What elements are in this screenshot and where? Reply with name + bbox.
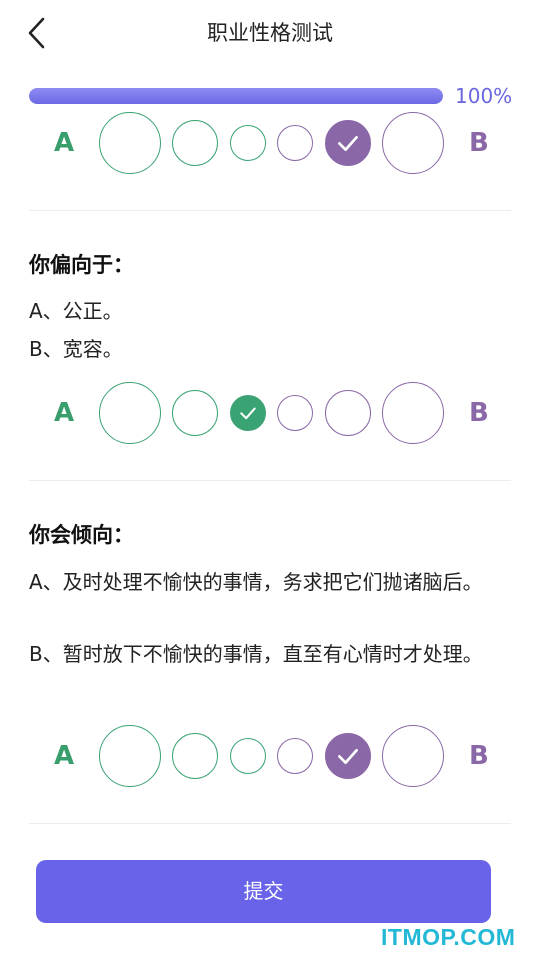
divider [29,480,511,481]
question-title: 你偏向于： [29,253,134,277]
scale-option-5[interactable] [325,120,371,166]
question-option-a: A、及时处理不愉快的事情，务求把它们抛诸脑后。 [29,570,483,594]
progress-bar [29,88,443,104]
submit-button[interactable]: 提交 [36,860,491,923]
scale-label-a: A [54,128,75,158]
scale-option-6[interactable] [382,112,444,174]
progress-fill [29,88,443,104]
scale-option-1[interactable] [99,725,161,787]
question-option-b: B、暂时放下不愉快的事情，直至有心情时才处理。 [29,642,483,666]
answer-scale-q2: A B [0,721,540,791]
scale-label-b: B [469,741,489,771]
scale-option-6[interactable] [382,382,444,444]
scale-option-3[interactable] [230,395,266,431]
scale-option-1[interactable] [99,112,161,174]
scale-option-5[interactable] [325,733,371,779]
scale-option-2[interactable] [172,733,218,779]
scale-option-3[interactable] [230,738,266,774]
question-title: 你会倾向： [29,523,134,547]
divider [29,210,511,211]
scale-label-b: B [469,398,489,428]
scale-option-4[interactable] [277,125,313,161]
answer-scale-q1: A B [0,378,540,448]
answer-scale-q0: A B [0,108,540,178]
scale-label-b: B [469,128,489,158]
scale-option-2[interactable] [172,390,218,436]
checkmark-icon [338,748,358,765]
checkmark-icon [338,135,358,152]
scale-option-4[interactable] [277,738,313,774]
watermark: ITMOP.COM [381,924,516,950]
scale-label-a: A [54,398,75,428]
scale-option-1[interactable] [99,382,161,444]
scale-option-2[interactable] [172,120,218,166]
scale-option-6[interactable] [382,725,444,787]
scale-label-a: A [54,741,75,771]
progress-percent: 100% [455,84,513,108]
header: 职业性格测试 [0,0,540,68]
page-title: 职业性格测试 [207,21,333,45]
scale-option-4[interactable] [277,395,313,431]
divider [29,823,511,824]
question-option-b: B、宽容。 [29,337,123,361]
checkmark-icon [240,407,256,420]
scale-option-3[interactable] [230,125,266,161]
question-option-a: A、公正。 [29,299,123,323]
scale-option-5[interactable] [325,390,371,436]
